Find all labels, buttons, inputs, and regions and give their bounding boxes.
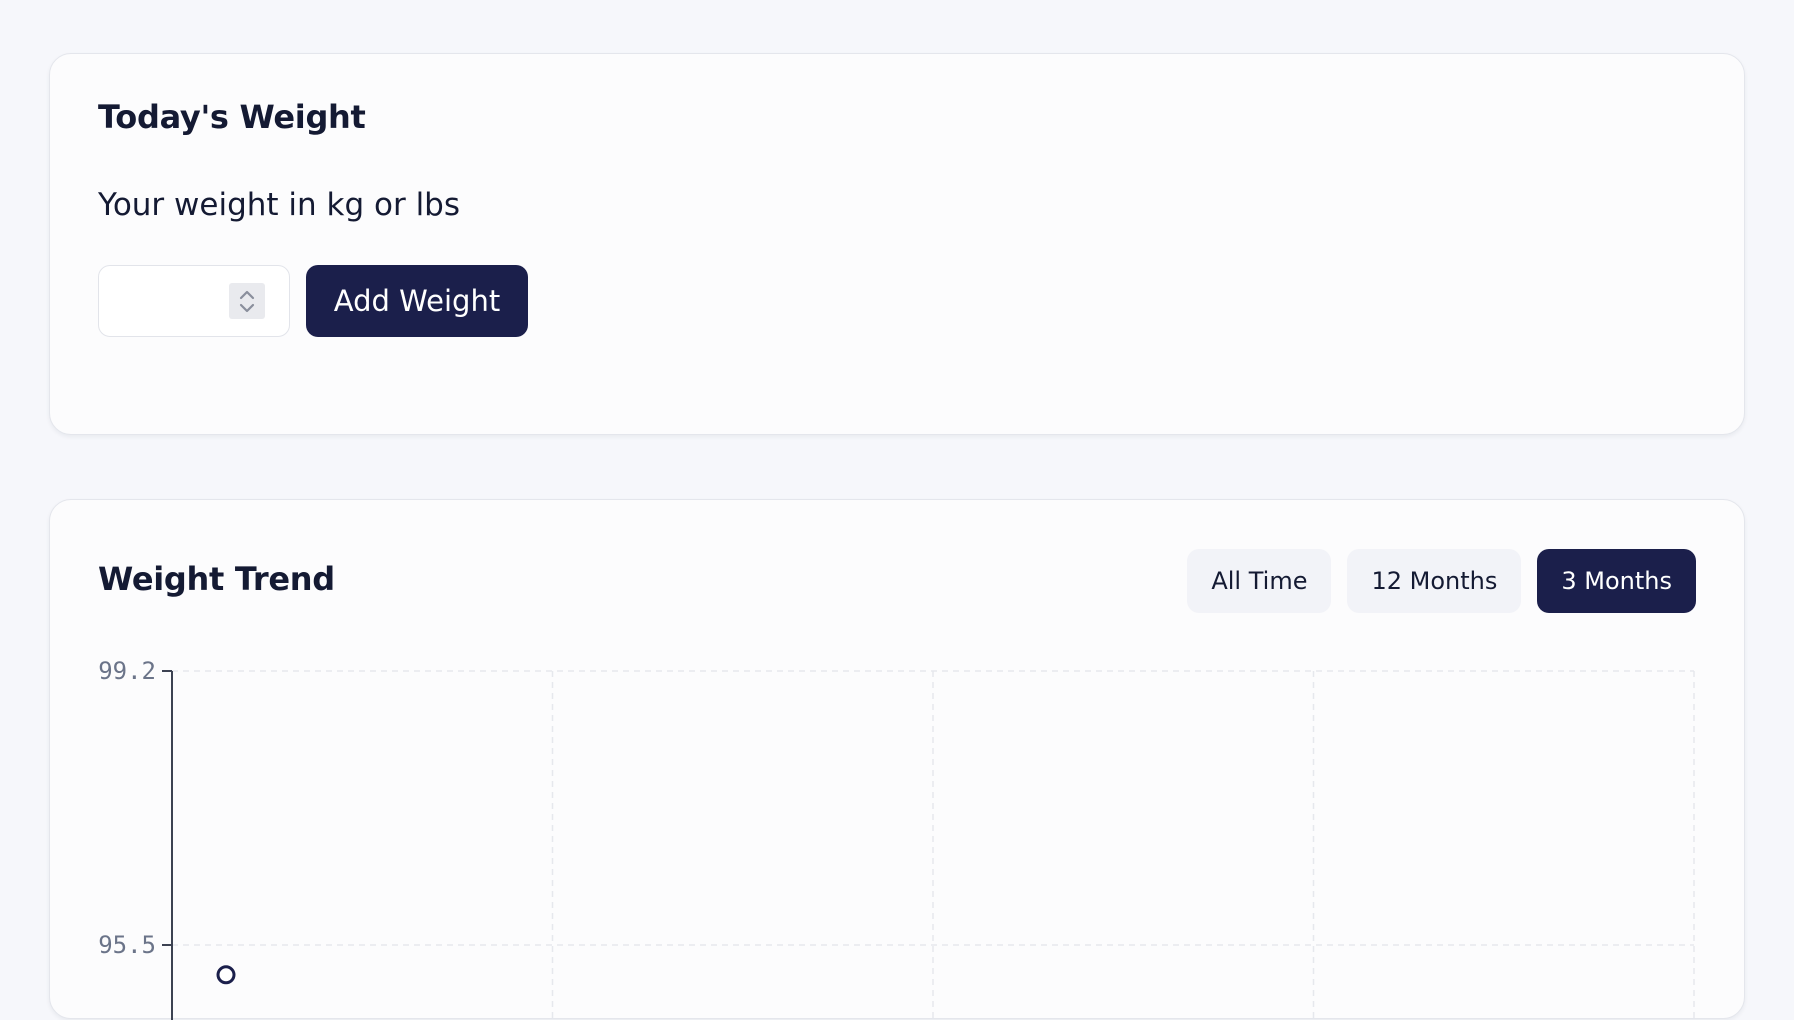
chevron-up-down-icon[interactable] xyxy=(229,283,265,319)
add-weight-button[interactable]: Add Weight xyxy=(306,265,528,337)
chart-y-tick-label: 95.5 xyxy=(98,931,156,959)
weight-input-label: Your weight in kg or lbs xyxy=(98,187,461,223)
todays-weight-card: Today's Weight Your weight in kg or lbs … xyxy=(49,53,1745,435)
chart-y-tick-label: 99.2 xyxy=(98,657,156,685)
todays-weight-title: Today's Weight xyxy=(98,98,366,136)
weight-input-container xyxy=(98,265,290,337)
weight-trend-card: Weight Trend All Time 12 Months 3 Months… xyxy=(49,499,1745,1020)
weight-input[interactable] xyxy=(113,278,227,326)
weight-trend-chart: 99.2 95.5 xyxy=(98,657,1695,1020)
chart-data-point xyxy=(216,965,236,985)
